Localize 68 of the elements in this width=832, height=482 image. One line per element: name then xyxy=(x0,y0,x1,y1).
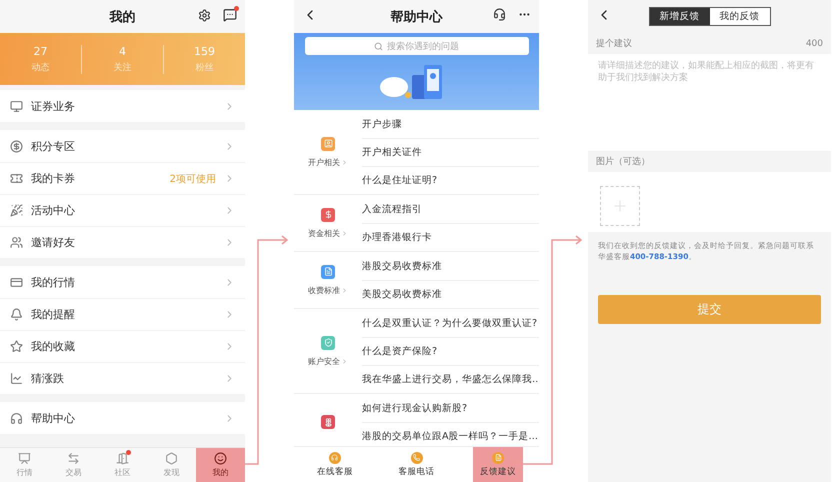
action-button[interactable]: 在线客服 xyxy=(310,447,360,482)
tab[interactable]: 我的 xyxy=(196,448,245,482)
menu-item[interactable]: 邀请好友 xyxy=(0,226,245,258)
door-icon xyxy=(116,452,129,465)
stat-value: 4 xyxy=(119,44,126,58)
arrows-icon xyxy=(67,452,80,465)
monitor-icon xyxy=(10,100,23,112)
smiley-icon xyxy=(214,452,227,465)
stat-label: 关注 xyxy=(114,62,132,74)
presentation-icon xyxy=(18,452,31,465)
question-item[interactable]: 开户相关证件 xyxy=(362,138,539,166)
search-icon xyxy=(374,42,383,50)
menu-item[interactable]: 帮助中心 xyxy=(0,402,245,434)
stat-value: 159 xyxy=(194,44,215,58)
question-item[interactable]: 什么是资产保险? xyxy=(362,337,539,365)
question-item[interactable]: 什么是双重认证？为什么要做双重认证? xyxy=(362,309,539,337)
menu-item[interactable]: 我的提醒 xyxy=(0,298,245,330)
chevron-icon xyxy=(341,158,348,166)
stat-label: 动态 xyxy=(32,62,50,74)
headset-icon[interactable] xyxy=(493,8,506,21)
segment-tab[interactable]: 我的反馈 xyxy=(710,8,770,25)
category-link[interactable]: 开户相关 xyxy=(308,156,348,168)
segment-tab[interactable]: 新增反馈 xyxy=(650,8,710,25)
chevron-icon xyxy=(341,286,348,294)
card-icon xyxy=(10,276,23,288)
chevron-icon xyxy=(341,358,348,364)
screen-title: 帮助中心 xyxy=(390,8,442,26)
headset-icon xyxy=(10,412,23,424)
question-item[interactable]: 办理香港银行卡 xyxy=(362,223,539,251)
menu-item[interactable]: 我的卡券 2项可使用 xyxy=(0,162,245,194)
question-item[interactable]: 开户步骤 xyxy=(362,110,539,138)
category-link[interactable]: 收费标准 xyxy=(308,284,348,296)
coin-icon xyxy=(10,140,23,152)
action-button[interactable]: 客服电话 xyxy=(392,447,442,482)
menu-item[interactable]: 积分专区 xyxy=(0,130,245,162)
people-icon xyxy=(10,236,23,249)
section-label: 图片（可选） xyxy=(596,156,650,168)
action-button[interactable]: 反馈建议 xyxy=(473,447,524,482)
stat-label: 粉丝 xyxy=(196,62,214,74)
question-item[interactable]: 港股交易收费标准 xyxy=(362,252,539,280)
document-icon xyxy=(492,452,504,464)
hexagon-icon xyxy=(165,452,178,465)
bell-icon xyxy=(10,308,23,321)
question-item[interactable]: 如何进行现金认购新股? xyxy=(362,394,539,422)
category-link[interactable]: 资金相关 xyxy=(308,228,348,238)
question-item[interactable]: 什么是住址证明? xyxy=(362,166,539,194)
phone-icon xyxy=(410,452,422,464)
menu-item[interactable]: 我的收藏 xyxy=(0,330,245,362)
question-item[interactable]: 入金流程指引 xyxy=(362,195,539,223)
question-item[interactable]: 美股交易收费标准 xyxy=(362,280,539,308)
chevron-icon xyxy=(341,230,348,236)
category-link[interactable]: 账户安全 xyxy=(308,356,348,366)
chart-icon xyxy=(10,372,23,385)
settings-icon[interactable] xyxy=(198,8,211,22)
char-limit: 400 xyxy=(806,38,823,48)
menu-item[interactable]: 证券业务 xyxy=(0,90,245,122)
star-icon xyxy=(10,340,23,353)
screen-title: 我的 xyxy=(110,8,136,26)
question-item[interactable]: 我在华盛上进行交易，华盛怎么保障我… xyxy=(362,365,539,393)
stat-value: 27 xyxy=(34,44,48,58)
section-label: 提个建议 xyxy=(596,38,632,50)
menu-item[interactable]: 活动中心 xyxy=(0,194,245,226)
party-popper-icon xyxy=(10,204,23,217)
ticket-icon xyxy=(10,172,23,185)
menu-item[interactable]: 猜涨跌 xyxy=(0,362,245,394)
headset-icon xyxy=(328,452,341,464)
message-icon[interactable] xyxy=(223,8,237,22)
menu-item[interactable]: 我的行情 xyxy=(0,266,245,298)
